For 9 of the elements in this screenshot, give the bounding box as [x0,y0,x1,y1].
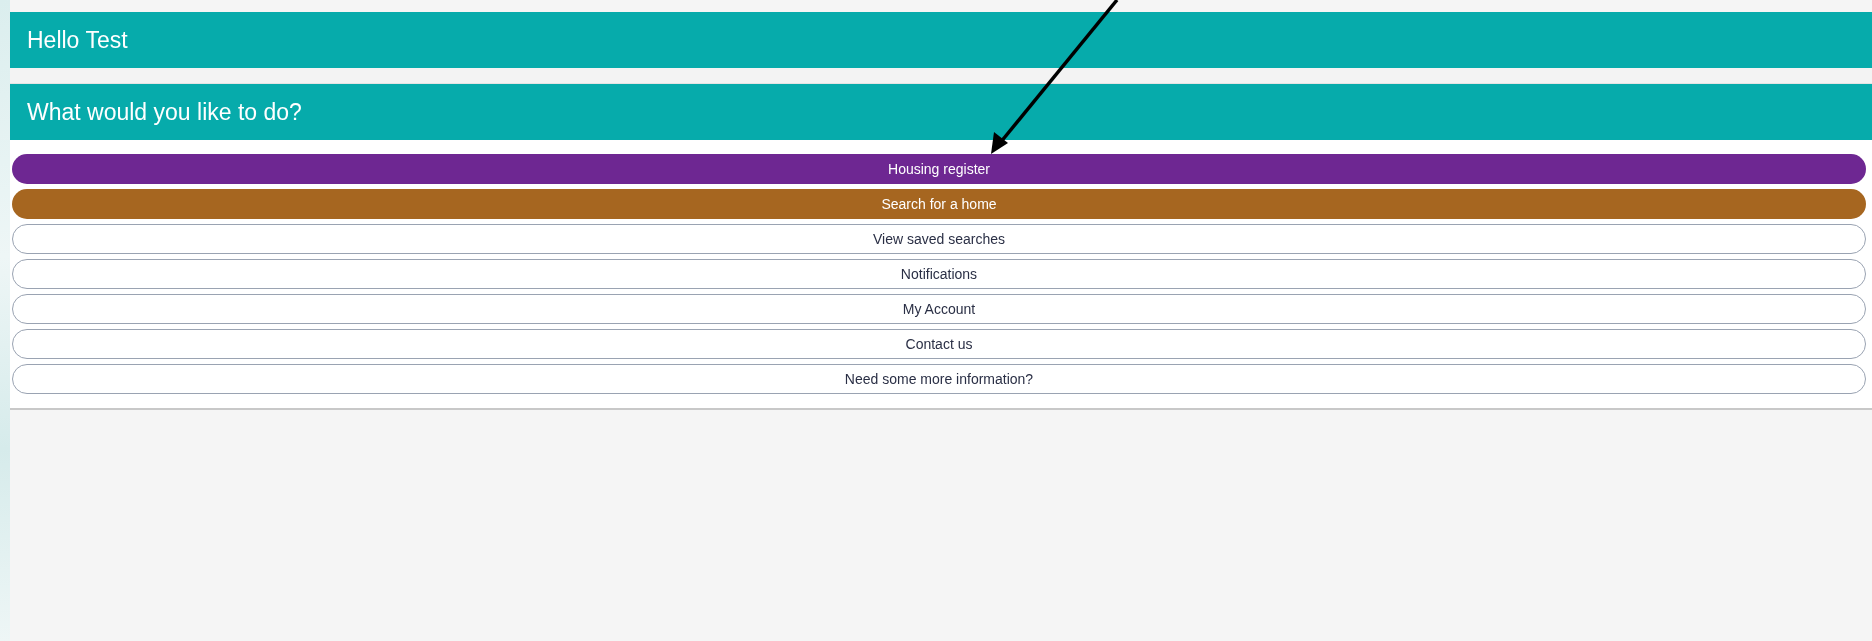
prompt-banner: What would you like to do? [10,84,1872,140]
action-button[interactable]: Need some more information? [12,364,1866,394]
action-button[interactable]: My Account [12,294,1866,324]
action-button[interactable]: Search for a home [12,189,1866,219]
action-button[interactable]: Housing register [12,154,1866,184]
action-button[interactable]: View saved searches [12,224,1866,254]
action-button[interactable]: Contact us [12,329,1866,359]
action-button[interactable]: Notifications [12,259,1866,289]
greeting-banner: Hello Test [10,12,1872,68]
